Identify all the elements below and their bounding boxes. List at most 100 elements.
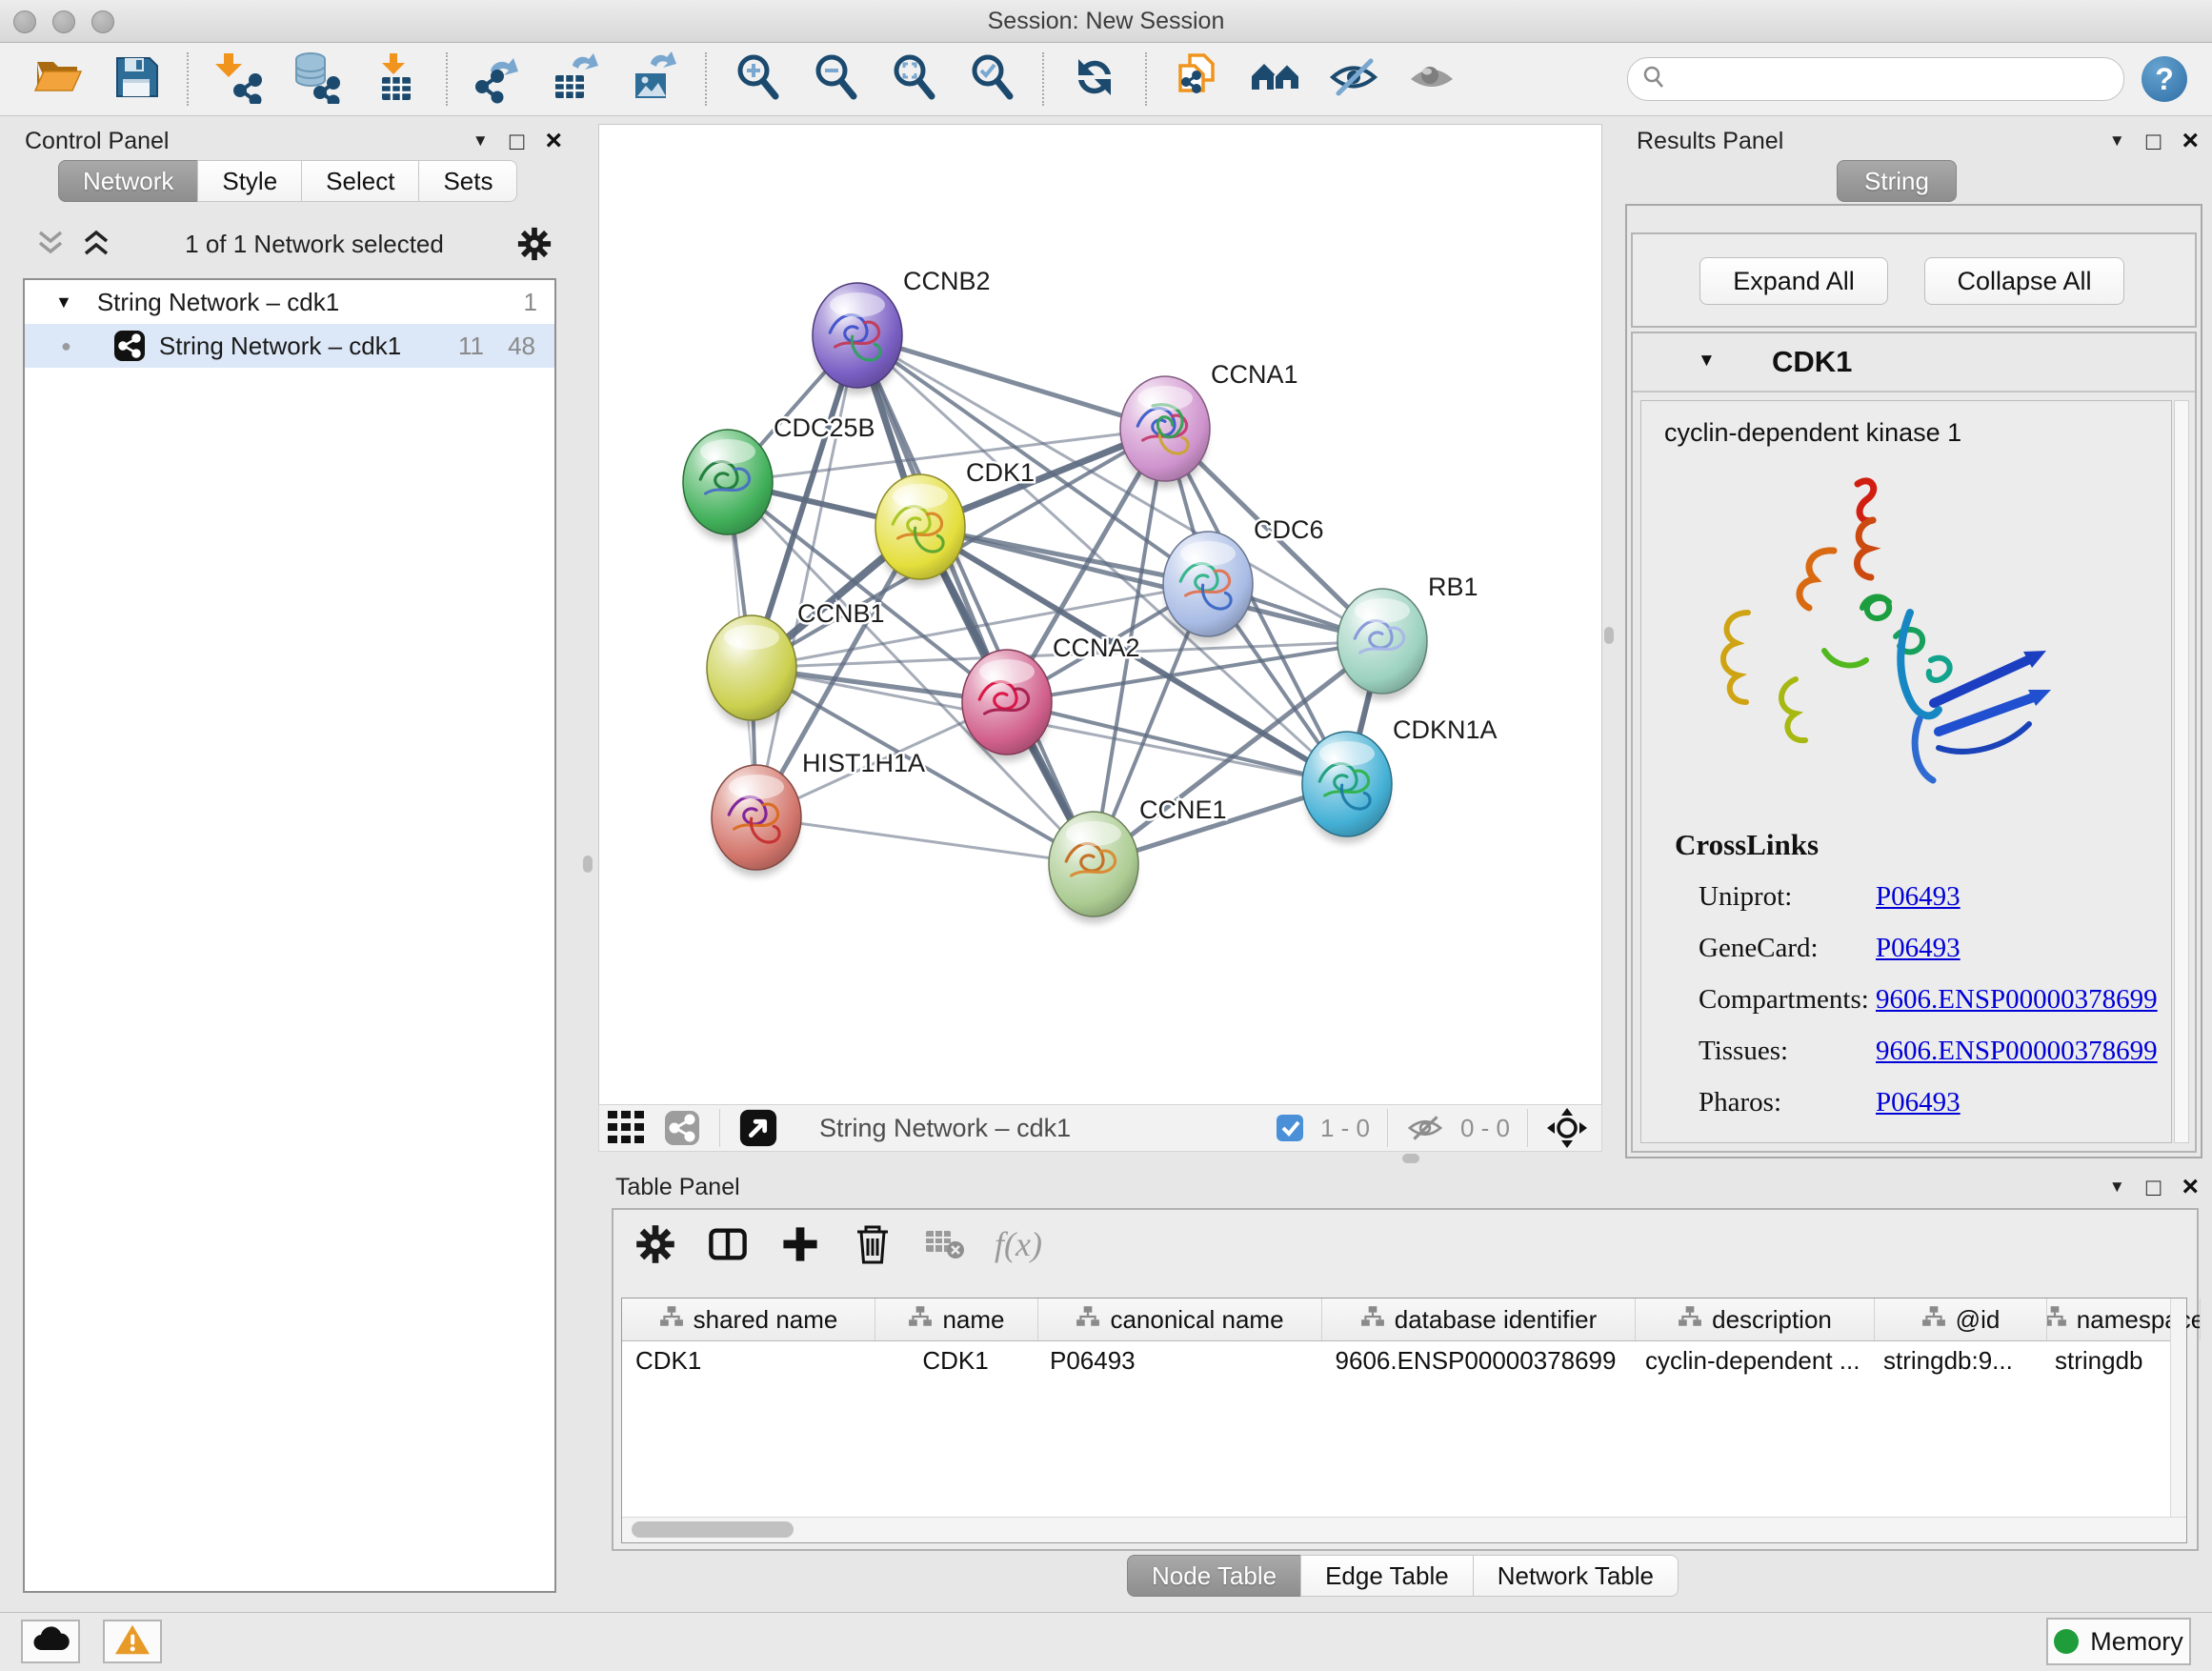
hidden-eye-slash-icon[interactable]: [1406, 1112, 1444, 1144]
column-header-description[interactable]: description: [1636, 1299, 1875, 1340]
birdseye-view-icon[interactable]: [738, 1108, 778, 1148]
add-column-icon[interactable]: [777, 1221, 823, 1267]
panel-menu-caret-icon[interactable]: ▼: [2109, 1178, 2125, 1197]
control-panel-tabs: NetworkStyleSelectSets: [59, 160, 517, 202]
table-vertical-scrollbar[interactable]: [2170, 1299, 2186, 1518]
network-node-HIST1H1A[interactable]: HIST1H1A: [712, 749, 925, 876]
expand-all-icon[interactable]: [80, 230, 112, 258]
network-list-icon[interactable]: [663, 1109, 701, 1147]
zoom-fit-button[interactable]: [885, 50, 942, 108]
open-session-button[interactable]: [30, 50, 87, 108]
crosslink-link[interactable]: P06493: [1876, 933, 1961, 964]
tab-style[interactable]: Style: [197, 160, 302, 202]
column-header--id[interactable]: @id: [1875, 1299, 2047, 1340]
save-session-button[interactable]: [108, 50, 165, 108]
left-splitter-handle[interactable]: [583, 856, 593, 873]
right-splitter-handle[interactable]: [1604, 627, 1614, 644]
entry-expander-icon[interactable]: ▼: [1698, 351, 1716, 372]
panel-float-icon[interactable]: □: [2146, 129, 2162, 153]
network-node-RB1[interactable]: RB1: [1337, 573, 1478, 700]
panel-float-icon[interactable]: □: [2146, 1175, 2162, 1199]
network-options-gear-icon[interactable]: [516, 226, 553, 262]
table-panel: Table Panel ▼ □ × f(x) shared namenameca…: [598, 1170, 2208, 1606]
clone-network-icon: [1171, 50, 1224, 109]
import-network-database-button[interactable]: [289, 50, 346, 108]
node-label: CCNB2: [903, 267, 991, 295]
cloud-button[interactable]: [21, 1620, 80, 1663]
tab-node-table[interactable]: Node Table: [1127, 1555, 1301, 1597]
network-row-selected[interactable]: ● String Network – cdk1 11 48: [25, 324, 554, 368]
crosslink-link[interactable]: 9606.ENSP00000378699: [1876, 1036, 2158, 1067]
column-header-canonical-name[interactable]: canonical name: [1038, 1299, 1322, 1340]
export-network-button[interactable]: [470, 50, 527, 108]
export-image-button[interactable]: [626, 50, 683, 108]
collapse-all-icon[interactable]: [34, 230, 67, 258]
tab-edge-table[interactable]: Edge Table: [1300, 1555, 1474, 1597]
table-container: f(x) shared namenamecanonical namedataba…: [612, 1208, 2199, 1551]
export-table-icon: [550, 50, 603, 109]
zoom-out-button[interactable]: [807, 50, 864, 108]
network-node-CDK1[interactable]: CDK1: [875, 458, 1035, 586]
help-button[interactable]: ?: [2142, 56, 2187, 102]
zoom-selected-button[interactable]: [963, 50, 1020, 108]
panel-close-icon[interactable]: ×: [545, 127, 562, 155]
crosslink-link[interactable]: P06493: [1876, 1087, 1961, 1118]
memory-button[interactable]: Memory: [2046, 1618, 2191, 1665]
show-columns-icon[interactable]: [705, 1221, 751, 1267]
function-builder-icon[interactable]: f(x): [995, 1224, 1042, 1264]
panel-close-icon[interactable]: ×: [2182, 1173, 2199, 1201]
bottom-splitter-handle[interactable]: [1402, 1154, 1419, 1163]
scrollbar-thumb[interactable]: [632, 1521, 794, 1538]
export-table-button[interactable]: [548, 50, 605, 108]
node-label: CDC6: [1254, 515, 1324, 544]
results-scrollbar[interactable]: [2174, 400, 2189, 1143]
network-collection-row[interactable]: ▼ String Network – cdk1 1: [25, 280, 554, 324]
selected-checkbox-icon[interactable]: [1276, 1114, 1304, 1142]
grid-view-icon[interactable]: [608, 1111, 646, 1145]
toolbar-separator: [1387, 1109, 1388, 1147]
search-input[interactable]: [1676, 65, 2110, 93]
tree-expander-icon[interactable]: ▼: [55, 292, 72, 312]
warnings-button[interactable]: [103, 1620, 162, 1663]
hide-show-button[interactable]: [1325, 50, 1382, 108]
table-horizontal-scrollbar[interactable]: [622, 1517, 2186, 1542]
nested-networks-button[interactable]: [1247, 50, 1304, 108]
network-canvas[interactable]: CCNB2CCNA1CDC25BCDK1CDC6RB1CCNB1CCNA2CDK…: [599, 125, 1601, 1104]
column-header-database-identifier[interactable]: database identifier: [1322, 1299, 1636, 1340]
import-table-button[interactable]: [367, 50, 424, 108]
panel-menu-caret-icon[interactable]: ▼: [2109, 131, 2125, 151]
expand-all-button[interactable]: Expand All: [1699, 257, 1888, 305]
network-node-CDC6[interactable]: CDC6: [1163, 515, 1324, 643]
table-settings-gear-icon[interactable]: [633, 1221, 678, 1267]
panel-close-icon[interactable]: ×: [2182, 127, 2199, 155]
delete-table-icon[interactable]: [922, 1221, 968, 1267]
delete-column-trash-icon[interactable]: [850, 1221, 895, 1267]
network-view[interactable]: CCNB2CCNA1CDC25BCDK1CDC6RB1CCNB1CCNA2CDK…: [598, 124, 1602, 1105]
column-header-name[interactable]: name: [875, 1299, 1038, 1340]
zoom-in-button[interactable]: [729, 50, 786, 108]
show-all-button[interactable]: [1403, 50, 1460, 108]
crosslinks-list: Uniprot:P06493GeneCard:P06493Compartment…: [1641, 874, 2171, 1131]
panel-menu-caret-icon[interactable]: ▼: [473, 131, 489, 151]
panel-float-icon[interactable]: □: [510, 129, 525, 153]
collapse-all-button[interactable]: Collapse All: [1924, 257, 2124, 305]
crosslink-row: Pharos:P06493: [1641, 1079, 2171, 1131]
table-row[interactable]: CDK1CDK1P064939606.ENSP00000378699cyclin…: [622, 1341, 2186, 1379]
column-header-shared-name[interactable]: shared name: [622, 1299, 875, 1340]
crosslink-link[interactable]: 9606.ENSP00000378699: [1876, 984, 2158, 1016]
network-node-CCNE1[interactable]: CCNE1: [1049, 795, 1227, 923]
crosslink-link[interactable]: P06493: [1876, 881, 1961, 913]
network-node-CDKN1A[interactable]: CDKN1A: [1302, 715, 1498, 843]
new-network-from-selection-button[interactable]: [1169, 50, 1226, 108]
tab-network[interactable]: Network: [58, 160, 198, 202]
crosshair-icon[interactable]: [1546, 1107, 1588, 1149]
node-details-header[interactable]: ▼ CDK1: [1633, 333, 2195, 393]
tab-network-table[interactable]: Network Table: [1473, 1555, 1679, 1597]
search-field[interactable]: [1627, 57, 2124, 101]
tab-select[interactable]: Select: [301, 160, 419, 202]
refresh-button[interactable]: [1066, 50, 1123, 108]
network-edge: [1007, 702, 1347, 784]
import-network-file-button[interactable]: [211, 50, 268, 108]
tab-sets[interactable]: Sets: [418, 160, 517, 202]
tab-string[interactable]: String: [1837, 160, 1957, 202]
